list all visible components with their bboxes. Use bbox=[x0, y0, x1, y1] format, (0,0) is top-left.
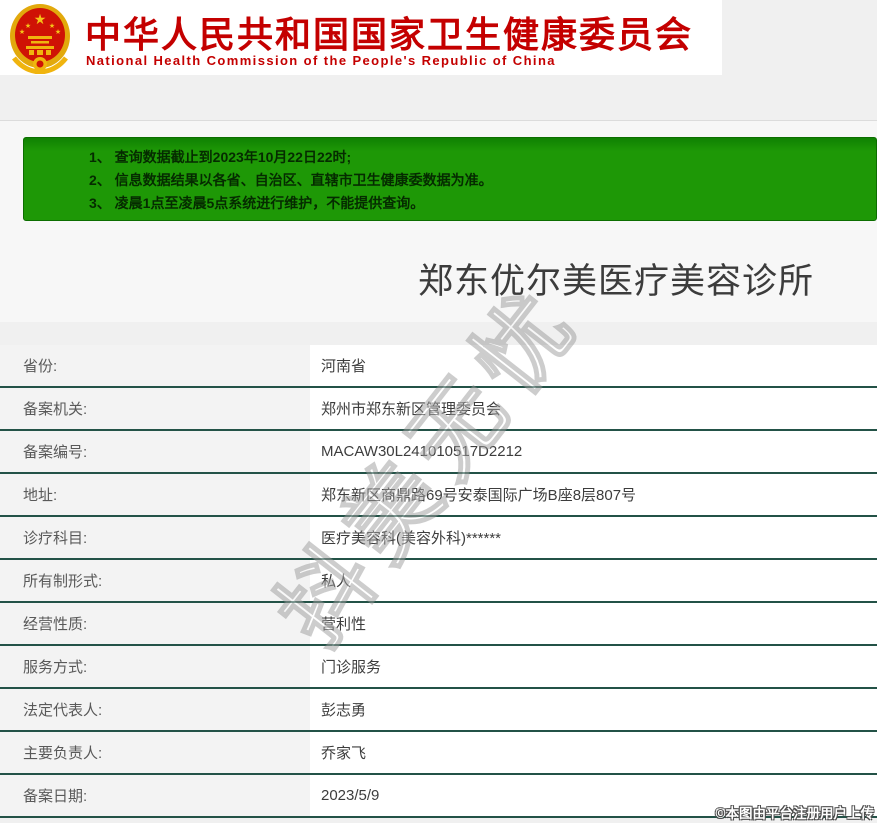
table-row-legal-representative: 法定代表人: 彭志勇 bbox=[0, 689, 877, 732]
site-title-chinese: 中华人民共和国国家卫生健康委员会 bbox=[85, 14, 694, 55]
clinic-name-title: 郑东优尔美医疗美容诊所 bbox=[417, 262, 814, 301]
row-label: 备案日期: bbox=[0, 775, 310, 816]
row-value: 医疗美容科(美容外科)****** bbox=[310, 517, 877, 558]
table-row-departments: 诊疗科目: 医疗美容科(美容外科)****** bbox=[0, 517, 877, 560]
row-label: 备案机关: bbox=[0, 388, 310, 429]
row-value: 彭志勇 bbox=[310, 689, 877, 730]
notice-box: 1、 查询数据截止到2023年10月22日22时; 2、 信息数据结果以各省、自… bbox=[23, 137, 877, 221]
row-label: 地址: bbox=[0, 474, 310, 515]
row-value: 河南省 bbox=[310, 345, 877, 386]
table-row-filing-number: 备案编号: MACAW30L241010517D2212 bbox=[0, 431, 877, 474]
row-value: MACAW30L241010517D2212 bbox=[310, 431, 877, 472]
image-attribution: ©本图由平台注册用户上传 bbox=[715, 806, 874, 821]
row-label: 服务方式: bbox=[0, 646, 310, 687]
notice-line-3: 3、 凌晨1点至凌晨5点系统进行维护，不能提供查询。 bbox=[89, 195, 425, 211]
row-label: 经营性质: bbox=[0, 603, 310, 644]
table-row-main-person-in-charge: 主要负责人: 乔家飞 bbox=[0, 732, 877, 775]
row-label: 主要负责人: bbox=[0, 732, 310, 773]
row-value: 郑州市郑东新区管理委员会 bbox=[310, 388, 877, 429]
notice-line-2: 2、 信息数据结果以各省、自治区、直辖市卫生健康委数据为准。 bbox=[89, 172, 493, 188]
row-label: 备案编号: bbox=[0, 431, 310, 472]
site-title-english: National Health Commission of the People… bbox=[86, 53, 556, 68]
table-row-service-mode: 服务方式: 门诊服务 bbox=[0, 646, 877, 689]
table-row-ownership: 所有制形式: 私人 bbox=[0, 560, 877, 603]
svg-text:★: ★ bbox=[55, 28, 61, 36]
table-row-address: 地址: 郑东新区商鼎路69号安泰国际广场B座8层807号 bbox=[0, 474, 877, 517]
row-value: 郑东新区商鼎路69号安泰国际广场B座8层807号 bbox=[310, 474, 877, 515]
notice-line-1: 1、 查询数据截止到2023年10月22日22时; bbox=[89, 149, 352, 165]
table-row-province: 省份: 河南省 bbox=[0, 345, 877, 388]
svg-text:★: ★ bbox=[34, 11, 47, 27]
row-label: 省份: bbox=[0, 345, 310, 386]
header-divider bbox=[0, 120, 877, 121]
row-value: 营利性 bbox=[310, 603, 877, 644]
row-label: 诊疗科目: bbox=[0, 517, 310, 558]
china-national-emblem-icon: ★ ★ ★ ★ ★ bbox=[10, 4, 70, 74]
svg-text:★: ★ bbox=[25, 22, 31, 30]
row-value: 私人 bbox=[310, 560, 877, 601]
table-row-filing-authority: 备案机关: 郑州市郑东新区管理委员会 bbox=[0, 388, 877, 431]
row-value: 乔家飞 bbox=[310, 732, 877, 773]
row-label: 所有制形式: bbox=[0, 560, 310, 601]
row-value: 门诊服务 bbox=[310, 646, 877, 687]
row-label: 法定代表人: bbox=[0, 689, 310, 730]
table-row-business-nature: 经营性质: 营利性 bbox=[0, 603, 877, 646]
record-table: 省份: 河南省 备案机关: 郑州市郑东新区管理委员会 备案编号: MACAW30… bbox=[0, 345, 877, 818]
svg-text:★: ★ bbox=[19, 28, 25, 36]
site-header: ★ ★ ★ ★ ★ 中华人民共和国国家卫生健康委员会 National Heal… bbox=[0, 0, 722, 75]
